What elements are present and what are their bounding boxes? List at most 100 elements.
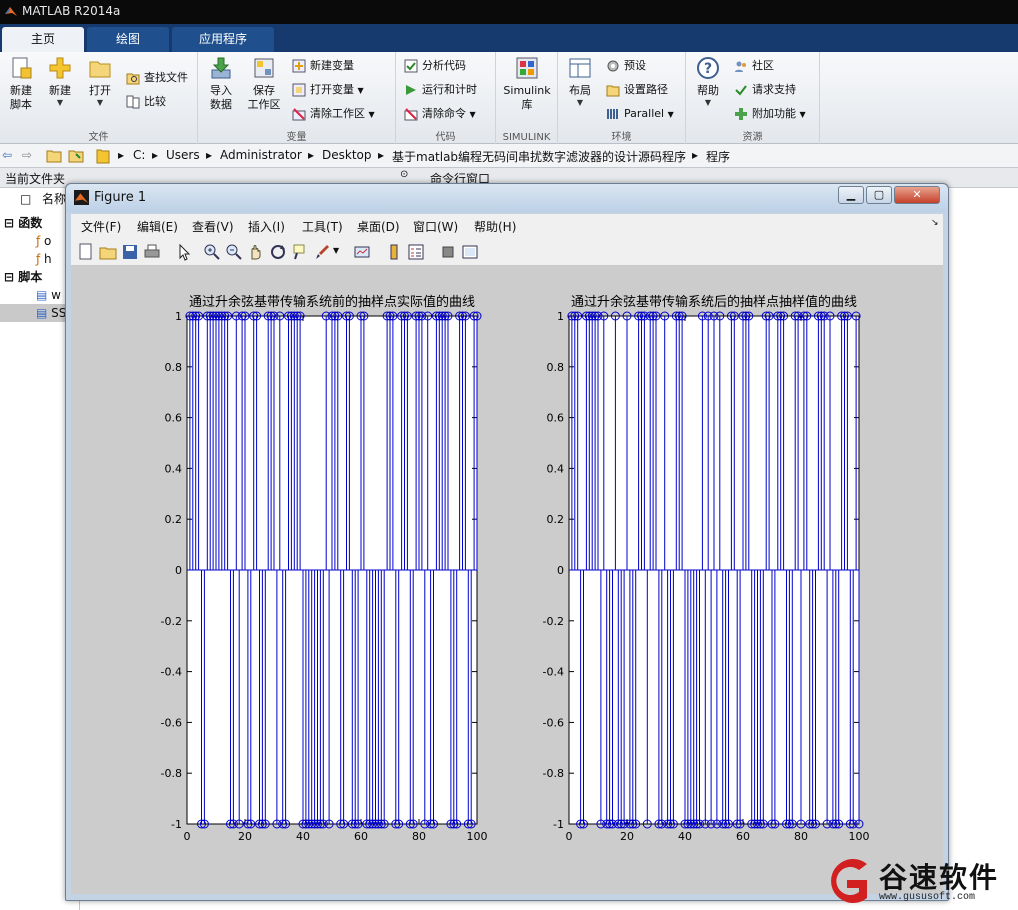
analyze-code-button[interactable]: 分析代码 xyxy=(404,56,466,76)
clear-commands-button[interactable]: 清除命令 ▼ xyxy=(404,104,476,124)
list-item[interactable]: ƒ o xyxy=(36,232,51,250)
tab-home[interactable]: 主页 xyxy=(2,27,84,52)
parallel-button[interactable]: Parallel ▼ xyxy=(606,104,674,124)
breadcrumb-project-folder[interactable]: 基于matlab编程无码间串扰数字滤波器的设计源码程序 xyxy=(392,148,686,165)
save-icon[interactable] xyxy=(121,243,139,261)
breadcrumb-desktop[interactable]: Desktop xyxy=(322,148,372,162)
chevron-down-icon[interactable]: ▼ xyxy=(333,246,339,255)
up-folder-icon[interactable] xyxy=(46,148,62,163)
new-variable-button[interactable]: 新建变量 xyxy=(292,56,354,76)
minimize-button[interactable]: ▁ xyxy=(838,186,864,204)
colorbar-icon[interactable] xyxy=(385,243,403,261)
breadcrumb-program[interactable]: 程序 xyxy=(706,148,730,165)
open-file-icon[interactable] xyxy=(99,243,117,261)
tab-apps[interactable]: 应用程序 xyxy=(172,27,274,52)
figure-toolbar: ▼ xyxy=(71,238,943,266)
print-icon[interactable] xyxy=(143,243,161,261)
ribbon-tab-strip: 主页 绘图 应用程序 xyxy=(0,24,1018,52)
matlab-logo-icon xyxy=(5,7,17,16)
figure-title-bar[interactable]: Figure 1 ▁ ▢ ✕ xyxy=(66,184,948,212)
pointer-icon[interactable] xyxy=(175,243,193,261)
x-tick-label: 0 xyxy=(566,830,573,843)
help-icon: ? xyxy=(697,57,719,79)
y-tick-label: 0.4 xyxy=(547,462,565,475)
breadcrumb-c[interactable]: C: xyxy=(133,148,145,162)
help-button[interactable]: ? 帮助 ▼ xyxy=(692,56,724,108)
open-button[interactable]: 打开 ▼ xyxy=(82,56,118,108)
hide-plot-tools-icon[interactable] xyxy=(439,243,457,261)
run-and-time-icon xyxy=(406,85,416,95)
zoom-in-icon[interactable] xyxy=(203,243,221,261)
watermark-url: www.gususoft.com xyxy=(879,892,976,903)
preferences-button[interactable]: 预设 xyxy=(606,56,646,76)
collapse-icon: ⊟ xyxy=(4,270,19,284)
new-variable-icon xyxy=(292,59,306,73)
import-data-button[interactable]: 导入 数据 xyxy=(204,56,238,112)
back-arrow-icon[interactable]: ⇦ xyxy=(2,148,12,162)
new-script-icon xyxy=(12,57,32,79)
run-and-time-button[interactable]: 运行和计时 xyxy=(404,80,477,100)
y-tick-label: -0.6 xyxy=(161,716,182,729)
breadcrumb-users[interactable]: Users xyxy=(166,148,200,162)
menu-file[interactable]: 文件(F) xyxy=(81,218,121,235)
new-button[interactable]: 新建 ▼ xyxy=(42,56,78,108)
forward-arrow-icon[interactable]: ⇨ xyxy=(22,148,32,162)
new-figure-icon[interactable] xyxy=(77,243,95,261)
dock-arrow-icon[interactable]: ↘ xyxy=(931,218,939,228)
close-button[interactable]: ✕ xyxy=(894,186,940,204)
y-tick-label: -0.4 xyxy=(161,666,182,679)
layout-button[interactable]: 布局 ▼ xyxy=(564,56,596,108)
show-plot-tools-icon[interactable] xyxy=(461,243,479,261)
section-functions[interactable]: ⊟ 函数 xyxy=(4,214,42,232)
menu-help[interactable]: 帮助(H) xyxy=(474,218,516,235)
legend-icon[interactable] xyxy=(407,243,425,261)
simulink-library-button[interactable]: Simulink 库 xyxy=(502,56,552,112)
y-tick-label: 0.6 xyxy=(165,412,183,425)
name-column-header[interactable]: 名称 xyxy=(42,190,66,208)
menu-insert[interactable]: 插入(I) xyxy=(248,218,285,235)
set-path-button[interactable]: 设置路径 xyxy=(606,80,668,100)
data-cursor-icon[interactable] xyxy=(291,243,309,261)
add-ons-button[interactable]: 附加功能 ▼ xyxy=(734,104,806,124)
browse-folder-icon[interactable] xyxy=(68,148,84,163)
list-item[interactable]: ƒ h xyxy=(36,250,52,268)
menu-window[interactable]: 窗口(W) xyxy=(413,218,458,235)
x-tick-label: 80 xyxy=(412,830,426,843)
zoom-out-icon[interactable] xyxy=(225,243,243,261)
compare-button[interactable]: 比较 xyxy=(126,92,166,112)
plot-canvas: 通过升余弦基带传输系统前的抽样点实际值的曲线 -1 -0.8 -0.6 -0.4 -0.2… xyxy=(161,294,870,843)
menu-edit[interactable]: 编辑(E) xyxy=(137,218,178,235)
save-workspace-button[interactable]: 保存 工作区 xyxy=(244,56,284,112)
chart-1: 通过升余弦基带传输系统前的抽样点实际值的曲线 -1 -0.8 -0.6 -0.4 -0.2… xyxy=(161,294,488,843)
list-item[interactable]: ▤ w xyxy=(36,286,61,304)
ribbon: 新建 脚本 新建 ▼ 打开 ▼ 查找文件 比较 文件 导入 数据 保存 工作区 新建… xyxy=(0,52,1018,144)
brush-icon[interactable] xyxy=(313,243,331,261)
y-tick-label: -1 xyxy=(171,818,182,831)
pan-hand-icon[interactable] xyxy=(247,243,265,261)
request-support-button[interactable]: 请求支持 xyxy=(734,80,796,100)
breadcrumb-separator: ▸ xyxy=(118,148,125,162)
open-variable-button[interactable]: 打开变量 ▼ xyxy=(292,80,364,100)
new-script-button[interactable]: 新建 脚本 xyxy=(4,56,38,112)
clear-workspace-button[interactable]: 清除工作区 ▼ xyxy=(292,104,375,124)
tab-plots[interactable]: 绘图 xyxy=(87,27,169,52)
rotate-3d-icon[interactable] xyxy=(269,243,287,261)
chart-title: 通过升余弦基带传输系统后的抽样点抽样值的曲线 xyxy=(571,294,857,310)
chevron-down-icon[interactable]: ⊙ xyxy=(400,169,408,180)
figure-menu-bar: 文件(F) 编辑(E) 查看(V) 插入(I) 工具(T) 桌面(D) 窗口(W… xyxy=(71,214,943,238)
menu-desktop[interactable]: 桌面(D) xyxy=(357,218,400,235)
community-button[interactable]: 社区 xyxy=(734,56,774,76)
find-files-button[interactable]: 查找文件 xyxy=(126,68,188,88)
menu-view[interactable]: 查看(V) xyxy=(192,218,234,235)
x-tick-label: 100 xyxy=(467,830,488,843)
menu-tools[interactable]: 工具(T) xyxy=(302,218,343,235)
maximize-button[interactable]: ▢ xyxy=(866,186,892,204)
section-scripts[interactable]: ⊟ 脚本 xyxy=(4,268,42,286)
y-tick-label: -1 xyxy=(553,818,564,831)
link-plot-icon[interactable] xyxy=(353,243,371,261)
breadcrumb-separator: ▸ xyxy=(308,148,315,162)
breadcrumb-administrator[interactable]: Administrator xyxy=(220,148,302,162)
x-tick-label: 60 xyxy=(736,830,750,843)
gususoft-logo-icon xyxy=(831,859,867,903)
resources-group: ? 帮助 ▼ 社区 请求支持 附加功能 ▼ 资源 xyxy=(686,52,820,144)
